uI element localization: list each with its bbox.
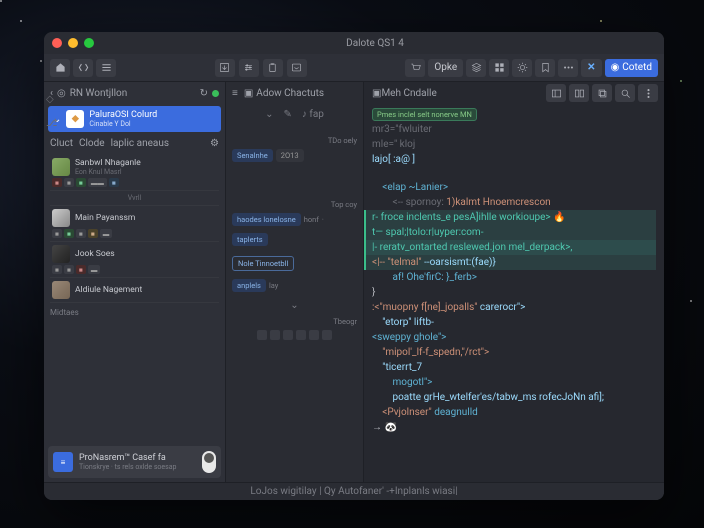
layers-icon[interactable] — [466, 59, 486, 77]
sidebar: ‹ ◎ RN Wontjllon ↻ ⌄ ◆ PaluraOSI Colurd … — [44, 82, 226, 482]
status-dot — [212, 90, 219, 97]
project-subtitle: Cinable Y Dol — [89, 120, 216, 128]
sidebar-bottom-card[interactable]: ≡ ProNasrem™ Casef fa Tionskrye · ts rel… — [48, 446, 221, 478]
pill[interactable]: 2O13 — [276, 149, 304, 162]
status-text: LoJos wigitilay | Qy Autofaner' -+Inplan… — [250, 486, 457, 497]
project-title: PaluraOSI Colurd — [89, 110, 216, 120]
adjust-icon[interactable] — [239, 59, 259, 77]
paste-icon[interactable] — [263, 59, 283, 77]
maximize-window-button[interactable] — [84, 38, 94, 48]
pill-outlined[interactable]: Nole Tinnoetbll — [232, 256, 294, 271]
pill[interactable]: anplels — [232, 279, 266, 292]
window-controls — [52, 38, 94, 48]
sidebar-title: RN Wontjllon — [70, 88, 127, 99]
activity-bar: ◇ ⎇ — [44, 84, 62, 464]
nav-arrows-icon[interactable] — [73, 59, 93, 77]
card-title: ProNasrem™ Casef fa — [79, 453, 196, 463]
link-icon[interactable]: ◇ — [46, 94, 60, 108]
split-icon[interactable] — [569, 84, 589, 102]
mid-tools: ⌄ ✎ ♪ fap — [226, 104, 363, 124]
pill[interactable]: Senalnhe — [232, 149, 273, 162]
cotetd-button[interactable]: ◉Cotetd — [605, 59, 658, 77]
tab-meh[interactable]: ▣Meh Cndalle — [372, 88, 437, 99]
close-window-button[interactable] — [52, 38, 62, 48]
opke-button[interactable]: Opke — [428, 59, 463, 77]
code-area[interactable]: Pmes inclel selt nonerve MN mr3="fwluite… — [364, 104, 664, 482]
copy-icon[interactable] — [592, 84, 612, 102]
tab-adow[interactable]: ▣Adow Chactuts — [244, 88, 324, 99]
sidebar-selected-project[interactable]: ⌄ ◆ PaluraOSI Colurd Cinable Y Dol — [48, 106, 221, 132]
list-item[interactable]: Aldiule Nagement — [50, 278, 219, 303]
list-item[interactable]: Sanbwl Nhaganle Eon Knul Masrl ■■■▬▬■ — [50, 155, 219, 191]
user-list: Sanbwl Nhaganle Eon Knul Masrl ■■■▬▬■ Vv… — [44, 153, 225, 305]
dropdown-icon[interactable] — [287, 59, 307, 77]
status-bar: LoJos wigitilay | Qy Autofaner' -+Inplan… — [44, 482, 664, 500]
kebab-icon[interactable] — [638, 84, 658, 102]
expand-icon[interactable]: ⌄ — [232, 300, 357, 311]
list-item[interactable]: Vvrll — [50, 191, 219, 206]
app-window: Dalote QS1 4 Opke ✕ ◉Cotetd ◇ — [44, 32, 664, 500]
edit-icon[interactable]: ✎ — [283, 109, 291, 120]
section-label: TDo oely — [232, 136, 357, 145]
list-item[interactable]: Jook Soes ■■■▬ — [50, 242, 219, 278]
minimize-window-button[interactable] — [68, 38, 78, 48]
refresh-icon[interactable]: ↻ — [200, 88, 208, 99]
list-item[interactable]: Main Payanssm ■■■■▬ — [50, 206, 219, 242]
search-icon[interactable] — [615, 84, 635, 102]
card-toggle[interactable] — [202, 451, 216, 473]
collapse-icon[interactable]: ⌄ — [265, 109, 273, 120]
sidebar-header: ‹ ◎ RN Wontjllon ↻ — [44, 82, 225, 104]
filter-settings-icon[interactable]: ⚙ — [210, 138, 219, 149]
panel-menu-icon[interactable]: ≡ — [232, 88, 238, 99]
filter-laplic[interactable]: laplic aneaus — [111, 138, 169, 149]
main-toolbar: Opke ✕ ◉Cotetd — [44, 54, 664, 82]
mid-tabbar: ≡ ▣Adow Chactuts — [226, 82, 363, 104]
home-icon[interactable] — [50, 59, 70, 77]
page-dots — [232, 330, 357, 340]
titlebar: Dalote QS1 4 — [44, 32, 664, 54]
save-icon[interactable] — [215, 59, 235, 77]
window-title: Dalote QS1 4 — [94, 38, 656, 49]
section-label: Top coy — [232, 200, 357, 209]
panel-icon[interactable] — [546, 84, 566, 102]
middle-panel: ≡ ▣Adow Chactuts ⌄ ✎ ♪ fap TDo oely Sena… — [226, 82, 364, 482]
card-subtitle: Tionskrye · ts rels oxlde soesap — [79, 463, 196, 471]
section-label: Tbeogr — [232, 317, 357, 326]
filter-clode[interactable]: Clode — [79, 138, 105, 149]
more-icon[interactable] — [558, 59, 578, 77]
grid-icon[interactable] — [489, 59, 509, 77]
menu-icon[interactable] — [96, 59, 116, 77]
sidebar-filters: Cluct Clode laplic aneaus ⚙ — [44, 134, 225, 153]
sidebar-section-label: Midtaes — [44, 305, 225, 320]
pill[interactable]: haodes lonelosne — [232, 213, 301, 226]
project-icon: ◆ — [66, 110, 84, 128]
branch-icon[interactable]: ⎇ — [46, 118, 60, 132]
pill[interactable]: taplerts — [232, 233, 268, 246]
brightness-icon[interactable] — [512, 59, 532, 77]
code-tag: Pmes inclel selt nonerve MN — [372, 108, 477, 121]
close-panel-button[interactable]: ✕ — [581, 59, 601, 77]
cart-icon[interactable] — [405, 59, 425, 77]
editor-panel: ▣Meh Cndalle Pmes inclel selt nonerve MN… — [364, 82, 664, 482]
bookmark-icon[interactable] — [535, 59, 555, 77]
fap-button[interactable]: ♪ fap — [302, 109, 324, 120]
